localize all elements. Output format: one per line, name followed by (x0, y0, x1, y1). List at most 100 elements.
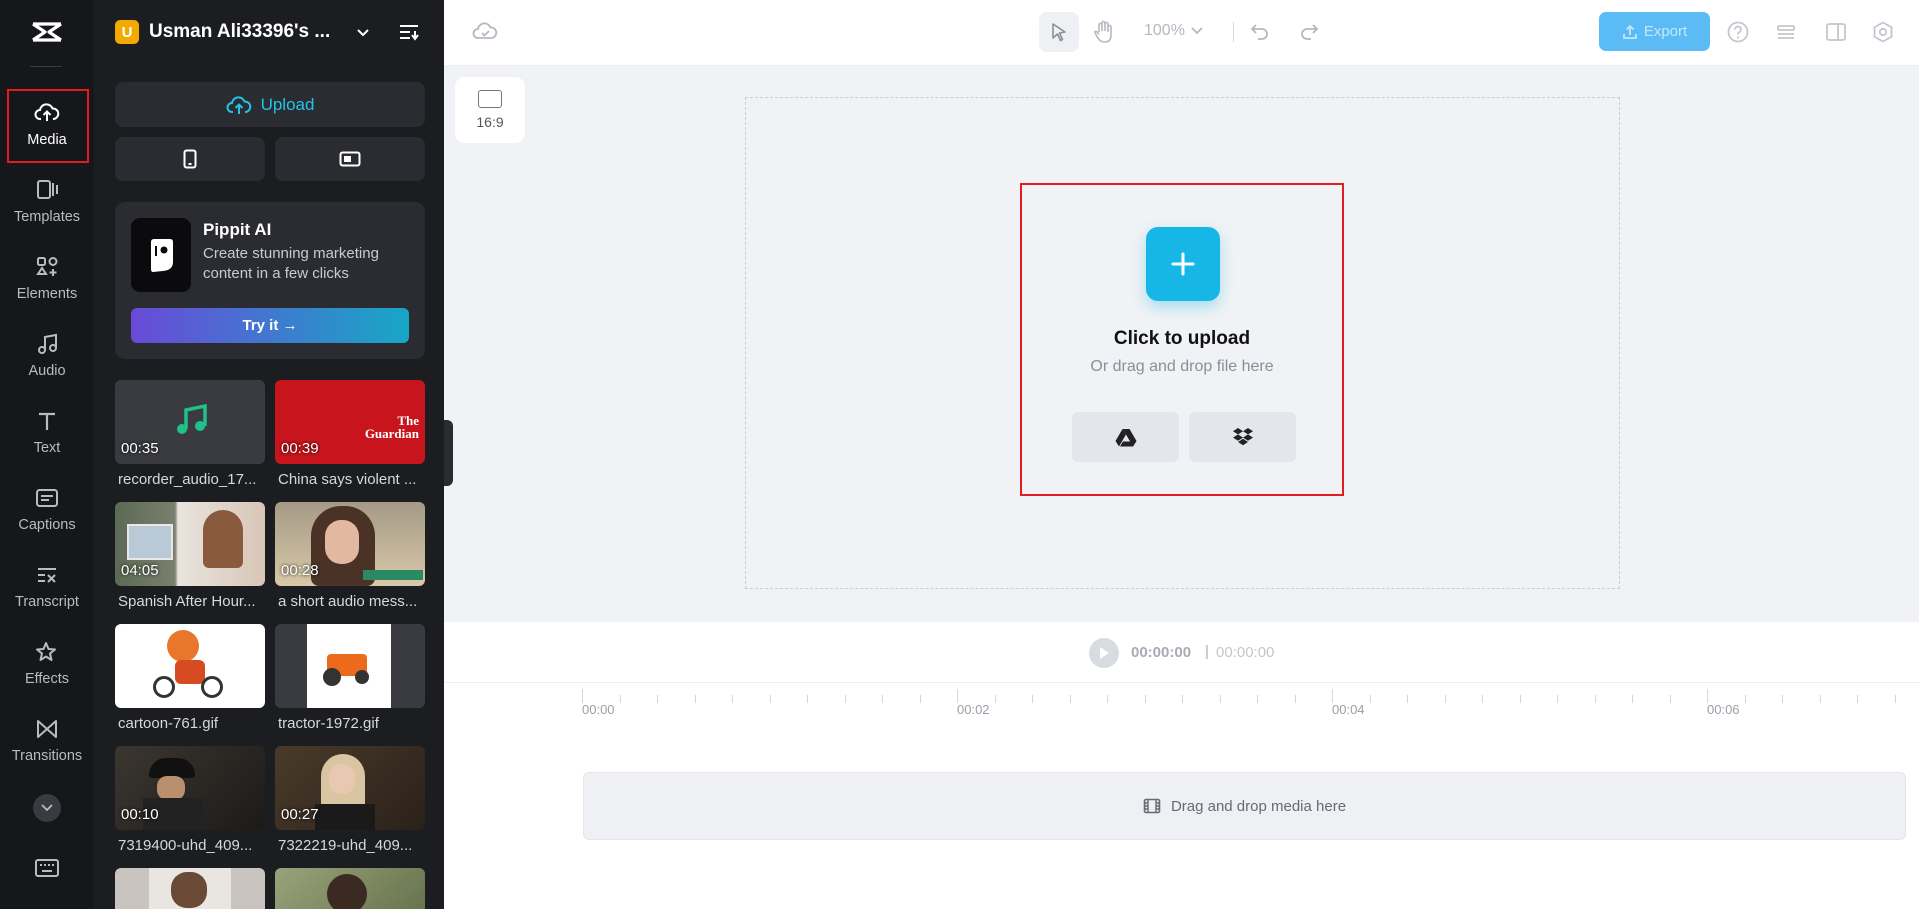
rail-item-templates[interactable]: Templates (0, 166, 94, 236)
chevron-down-icon[interactable] (355, 24, 371, 40)
media-thumb-portrait[interactable] (115, 868, 265, 909)
thumb-image (171, 872, 207, 908)
thumb-image (323, 668, 341, 686)
media-duration: 00:35 (121, 440, 159, 457)
thumb-image (149, 758, 195, 778)
keyboard-shortcuts-icon[interactable] (34, 857, 60, 879)
workspace-badge: U (115, 20, 139, 44)
google-drive-button[interactable] (1072, 412, 1179, 462)
media-thumb-recorder-audio[interactable]: 00:35 (115, 380, 265, 464)
timeline: 00:00 00:02 00:04 00:06 Drag and drop me… (444, 682, 1919, 909)
media-name: recorder_audio_17... (118, 471, 257, 488)
select-tool-button[interactable] (1039, 12, 1079, 52)
media-name: a short audio mess... (278, 593, 418, 610)
upload-button[interactable]: Upload (115, 82, 425, 127)
upload-title: Click to upload (1113, 328, 1251, 349)
split-panel-icon[interactable] (1824, 20, 1848, 44)
thumb-image (201, 676, 223, 698)
media-thumb-china-says[interactable]: The Guardian 00:39 (275, 380, 425, 464)
media-panel: U Usman Ali33396's ... Upload Pippit AI … (94, 0, 444, 909)
thumb-image (127, 524, 173, 560)
media-duration: 00:28 (281, 562, 319, 579)
cloud-upload-icon (34, 100, 60, 126)
transcript-icon (34, 562, 60, 588)
phone-upload-button[interactable] (115, 137, 265, 181)
media-thumb-tractor-gif[interactable] (275, 624, 425, 708)
aspect-ratio-button[interactable]: 16:9 (455, 77, 525, 143)
dropbox-icon (1232, 427, 1254, 447)
tick-label: 00:00 (582, 702, 615, 717)
timeline-ruler[interactable]: 00:00 00:02 00:04 00:06 (582, 689, 1919, 717)
rail-item-captions[interactable]: Captions (0, 474, 94, 544)
screen-record-icon (339, 151, 361, 167)
cursor-arrow-icon (1050, 22, 1068, 42)
thumb-image (203, 510, 243, 568)
media-thumb-spanish-after-hours[interactable]: 04:05 (115, 502, 265, 586)
help-icon[interactable] (1726, 20, 1750, 44)
rail-label: Transcript (15, 594, 79, 610)
captions-icon (34, 485, 60, 511)
time-separator: | (1205, 643, 1209, 660)
cloud-save-icon[interactable] (472, 20, 498, 42)
google-drive-icon (1115, 428, 1137, 447)
dropbox-button[interactable] (1189, 412, 1296, 462)
layers-icon[interactable] (1774, 20, 1798, 44)
upload-label: Upload (260, 94, 315, 114)
current-time: 00:00:00 (1131, 644, 1192, 661)
thumb-image (327, 874, 367, 909)
play-button[interactable] (1089, 638, 1119, 668)
thumb-image (157, 776, 185, 800)
toolbar-divider (1233, 22, 1234, 42)
thumb-image (329, 764, 355, 794)
media-thumb-7322219[interactable]: 00:27 (275, 746, 425, 830)
thumb-image (355, 670, 369, 684)
rail-item-media[interactable]: Media (0, 89, 94, 163)
media-thumb-short-audio[interactable]: 00:28 (275, 502, 425, 586)
rail-item-transitions[interactable]: Transitions (0, 705, 94, 775)
rail-label: Transitions (11, 748, 83, 764)
tick-label: 00:06 (1707, 702, 1740, 717)
rail-item-text[interactable]: Text (0, 397, 94, 467)
redo-icon[interactable] (1299, 21, 1319, 41)
export-icon (1622, 24, 1644, 40)
upload-dropzone[interactable]: Click to upload Or drag and drop file he… (1020, 183, 1344, 496)
workspace-switcher[interactable]: U Usman Ali33396's ... (115, 18, 425, 46)
rail-more-button[interactable] (33, 794, 61, 822)
add-media-button[interactable] (1146, 227, 1220, 301)
undo-icon[interactable] (1250, 21, 1270, 41)
film-strip-icon (1143, 798, 1171, 814)
thumb-image (167, 630, 199, 662)
thumb-image (153, 676, 175, 698)
capcut-logo-icon[interactable] (29, 18, 65, 46)
export-label: Export (1643, 23, 1688, 40)
hand-tool-icon[interactable] (1092, 19, 1116, 45)
media-thumb-cartoon-gif[interactable] (115, 624, 265, 708)
sort-icon[interactable] (398, 22, 420, 42)
media-duration: 00:39 (281, 440, 319, 457)
export-button[interactable]: Export (1599, 12, 1710, 51)
screen-record-button[interactable] (275, 137, 425, 181)
rail-item-effects[interactable]: Effects (0, 628, 94, 698)
media-name: 7319400-uhd_409... (118, 837, 253, 854)
aspect-ratio-icon (478, 90, 502, 108)
chevron-down-icon (41, 804, 53, 812)
total-time: 00:00:00 (1216, 644, 1275, 661)
rail-item-audio[interactable]: Audio (0, 320, 94, 390)
media-drop-lane[interactable]: Drag and drop media here (583, 772, 1906, 840)
tick-label: 00:04 (1332, 702, 1365, 717)
guardian-thumb-text: The Guardian (364, 413, 419, 441)
media-name: tractor-1972.gif (278, 715, 379, 732)
panel-collapse-handle[interactable] (444, 420, 453, 486)
media-duration: 04:05 (121, 562, 159, 579)
media-thumb-7319400[interactable]: 00:10 (115, 746, 265, 830)
play-icon (1098, 646, 1110, 660)
media-name: 7322219-uhd_409... (278, 837, 413, 854)
rail-item-transcript[interactable]: Transcript (0, 551, 94, 621)
rail-item-elements[interactable]: Elements (0, 243, 94, 313)
rail-label: Elements (16, 286, 78, 302)
zoom-dropdown[interactable]: 100% (1144, 22, 1203, 40)
aspect-ratio-label: 16:9 (476, 114, 504, 130)
try-it-button[interactable]: Try it → (131, 308, 409, 343)
media-thumb-illustration[interactable] (275, 868, 425, 909)
settings-gear-icon[interactable] (1871, 20, 1895, 44)
